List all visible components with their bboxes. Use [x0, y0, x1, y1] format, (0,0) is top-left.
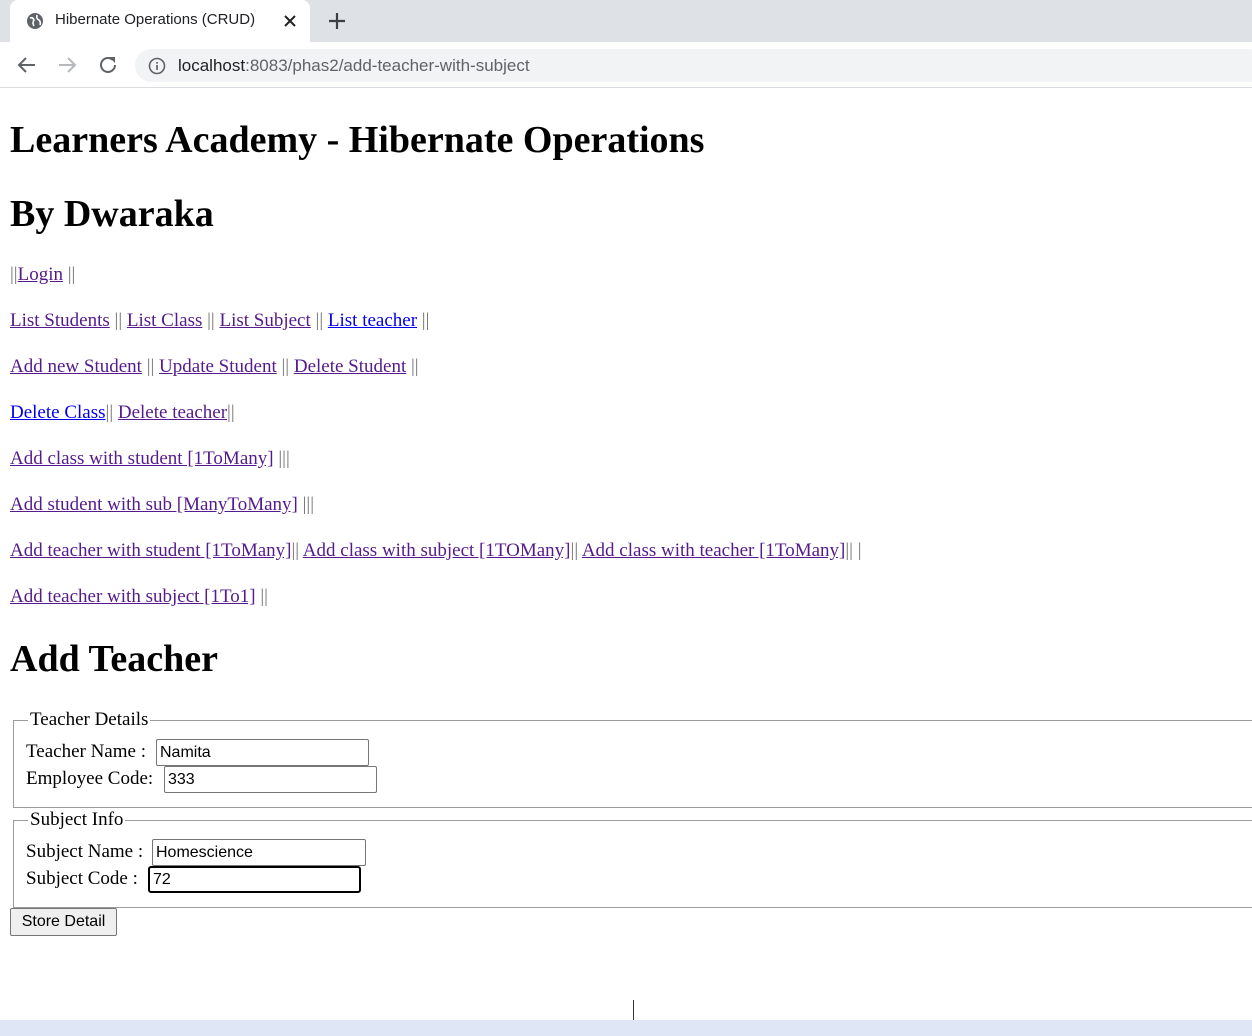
add-student-sub-link[interactable]: Add student with sub [ManyToMany] [10, 494, 298, 515]
url-text: localhost:8083/phas2/add-teacher-with-su… [178, 56, 530, 75]
browser-toolbar: localhost:8083/phas2/add-teacher-with-su… [0, 42, 1252, 88]
add-teacher-subject-link[interactable]: Add teacher with subject [1To1] [10, 586, 256, 607]
nav-line-deletes: Delete Class|| Delete teacher|| [10, 402, 235, 423]
subject-code-input[interactable] [148, 866, 361, 893]
delete-teacher-link[interactable]: Delete teacher [118, 402, 227, 423]
forward-arrow-icon[interactable] [55, 53, 79, 77]
nav-line-teacher-subject: Add teacher with subject [1To1] || [10, 586, 268, 607]
list-subject-link[interactable]: List Subject [219, 310, 310, 331]
info-icon[interactable] [148, 57, 166, 75]
back-arrow-icon[interactable] [15, 53, 39, 77]
nav-line-student-ops: Add new Student || Update Student || Del… [10, 356, 419, 377]
update-student-link[interactable]: Update Student [159, 356, 277, 377]
list-teacher-link[interactable]: List teacher [328, 310, 417, 331]
subject-name-input[interactable] [152, 839, 366, 866]
nav-line-relations: Add teacher with student [1ToMany]|| Add… [10, 540, 862, 561]
employee-code-input[interactable] [164, 766, 377, 793]
section-title: Add Teacher [10, 638, 218, 680]
teacher-details-legend: Teacher Details [30, 709, 149, 730]
os-taskbar [0, 1020, 1252, 1036]
close-icon[interactable] [280, 11, 300, 31]
address-bar[interactable]: localhost:8083/phas2/add-teacher-with-su… [135, 49, 1252, 82]
globe-icon [27, 13, 43, 29]
nav-line-student-sub: Add student with sub [ManyToMany] ||| [10, 494, 315, 515]
nav-line-login: ||Login || [10, 264, 76, 285]
delete-student-link[interactable]: Delete Student [294, 356, 406, 377]
add-class-teacher-link[interactable]: Add class with teacher [1ToMany] [582, 540, 846, 561]
add-student-link[interactable]: Add new Student [10, 356, 142, 377]
employee-code-label: Employee Code: [26, 768, 154, 789]
add-teacher-student-link[interactable]: Add teacher with student [1ToMany] [10, 540, 291, 561]
list-class-link[interactable]: List Class [127, 310, 202, 331]
reload-icon[interactable] [96, 53, 120, 77]
list-students-link[interactable]: List Students [10, 310, 110, 331]
browser-tab[interactable]: Hibernate Operations (CRUD) [10, 0, 310, 42]
page-title: Learners Academy - Hibernate Operations [10, 119, 705, 161]
new-tab-plus-icon[interactable] [326, 10, 348, 32]
teacher-name-input[interactable] [156, 739, 369, 766]
subject-info-legend: Subject Info [30, 809, 124, 830]
nav-line-class-student: Add class with student [1ToMany] ||| [10, 448, 290, 469]
nav-line-lists: List Students || List Class || List Subj… [10, 310, 430, 331]
store-detail-button[interactable]: Store Detail [10, 908, 117, 936]
browser-tabstrip: Hibernate Operations (CRUD) [0, 0, 1252, 42]
subject-name-label: Subject Name : [26, 841, 144, 862]
page-byline: By Dwaraka [10, 193, 214, 235]
teacher-name-label: Teacher Name : [26, 741, 146, 762]
subject-code-label: Subject Code : [26, 868, 138, 889]
add-class-student-link[interactable]: Add class with student [1ToMany] [10, 448, 274, 469]
add-class-subject-link[interactable]: Add class with subject [1TOMany] [303, 540, 571, 561]
delete-class-link[interactable]: Delete Class [10, 402, 106, 423]
login-link[interactable]: Login [18, 264, 63, 285]
tab-title: Hibernate Operations (CRUD) [55, 11, 256, 28]
